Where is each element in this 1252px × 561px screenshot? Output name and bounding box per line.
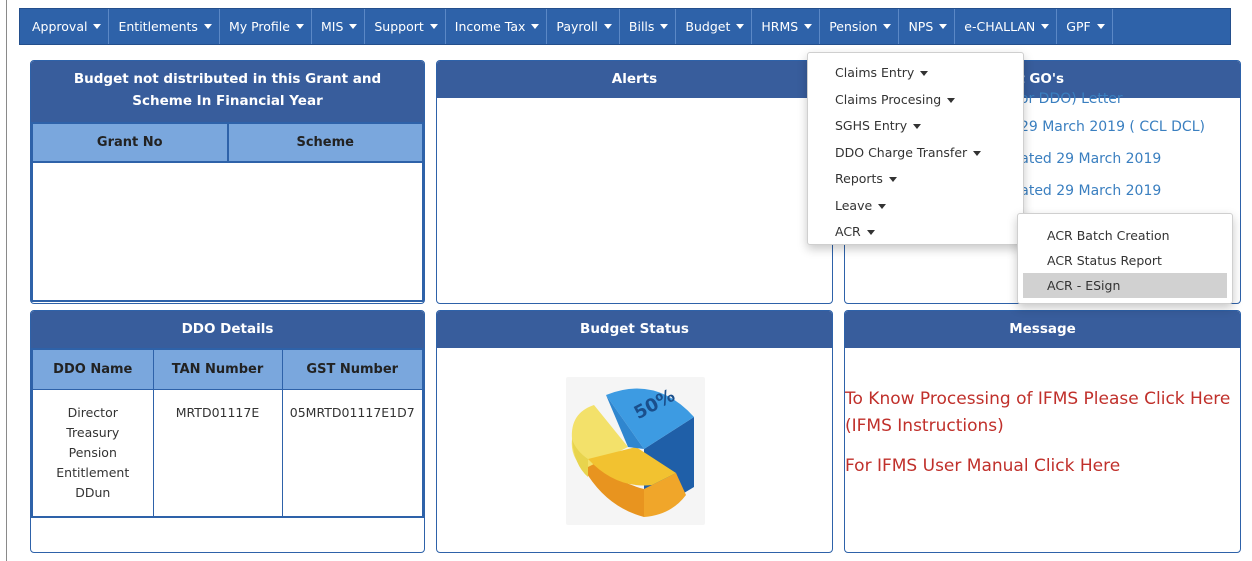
nav-mis[interactable]: MIS bbox=[312, 9, 366, 44]
caret-down-icon bbox=[866, 230, 875, 235]
nav-gpf[interactable]: GPF bbox=[1057, 9, 1113, 44]
ddo-name-cell: Director Treasury Pension Entitlement DD… bbox=[31, 388, 154, 518]
nav-bills[interactable]: Bills bbox=[620, 9, 677, 44]
nav-label: HRMS bbox=[761, 19, 799, 34]
acr-submenu: ACR Batch Creation ACR Status Report ACR… bbox=[1017, 213, 1233, 304]
menu-item-acr-status-report[interactable]: ACR Status Report bbox=[1023, 248, 1227, 273]
menu-item-acr-esign[interactable]: ACR - ESign bbox=[1023, 273, 1227, 298]
menu-item-label: Claims Entry bbox=[835, 65, 915, 80]
caret-down-icon bbox=[939, 24, 948, 29]
ddo-table: DDO Name TAN Number GST Number Director … bbox=[31, 348, 424, 518]
caret-down-icon bbox=[531, 24, 540, 29]
nav-label: Entitlements bbox=[118, 19, 198, 34]
menu-item-label: ACR bbox=[835, 224, 861, 239]
caret-down-icon bbox=[736, 24, 745, 29]
panel-title: Budget not distributed in this Grant and… bbox=[31, 61, 424, 122]
caret-down-icon bbox=[973, 150, 982, 156]
menu-item-reports[interactable]: Reports bbox=[808, 166, 1023, 193]
table-row: Director Treasury Pension Entitlement DD… bbox=[31, 388, 424, 518]
nav-label: Bills bbox=[628, 19, 655, 34]
tan-cell: MRTD01117E bbox=[152, 388, 283, 518]
nav-budget[interactable]: Budget bbox=[676, 9, 753, 44]
col-grant-no: Grant No bbox=[96, 135, 163, 150]
menu-item-label: DDO Charge Transfer bbox=[835, 144, 968, 160]
caret-down-icon bbox=[913, 124, 922, 129]
ifms-instructions-link[interactable]: To Know Processing of IFMS Please Click … bbox=[845, 386, 1240, 440]
caret-down-icon bbox=[804, 24, 813, 29]
nav-label: My Profile bbox=[228, 19, 290, 34]
nav-label: NPS bbox=[908, 19, 934, 34]
page-frame-line bbox=[6, 0, 7, 561]
caret-down-icon bbox=[603, 24, 612, 29]
caret-down-icon bbox=[93, 24, 102, 29]
menu-item-label: Claims Procesing bbox=[835, 91, 942, 107]
caret-down-icon bbox=[1041, 24, 1050, 29]
grant-table-body bbox=[31, 163, 424, 302]
menu-item-leave[interactable]: Leave bbox=[808, 193, 1023, 220]
panel-title: DDO Details bbox=[31, 311, 424, 348]
nav-pension[interactable]: Pension bbox=[820, 9, 900, 44]
nav-label: Pension bbox=[829, 19, 878, 34]
caret-down-icon bbox=[920, 71, 929, 76]
nav-entitlements[interactable]: Entitlements bbox=[109, 9, 220, 44]
menu-item-label: Reports bbox=[835, 171, 883, 186]
nav-hrms[interactable]: HRMS bbox=[752, 9, 821, 44]
message-panel: Message To Know Processing of IFMS Pleas… bbox=[844, 310, 1241, 553]
caret-down-icon bbox=[295, 24, 304, 29]
caret-down-icon bbox=[883, 24, 892, 29]
caret-down-icon bbox=[349, 24, 358, 29]
menu-item-acr[interactable]: ACR bbox=[808, 219, 1023, 246]
nav-label: Payroll bbox=[556, 19, 598, 34]
caret-down-icon bbox=[203, 24, 212, 29]
nav-label: e-CHALLAN bbox=[964, 19, 1036, 34]
caret-down-icon bbox=[660, 24, 669, 29]
message-body: To Know Processing of IFMS Please Click … bbox=[845, 386, 1240, 493]
nav-label: Budget bbox=[685, 19, 731, 34]
nav-nps[interactable]: NPS bbox=[899, 9, 956, 44]
alerts-panel: Alerts bbox=[436, 60, 833, 304]
nav-e-challan[interactable]: e-CHALLAN bbox=[955, 9, 1058, 44]
ifms-manual-link[interactable]: For IFMS User Manual Click Here bbox=[845, 453, 1240, 480]
budget-pie-image: 50% bbox=[566, 377, 705, 525]
top-navbar: Approval Entitlements My Profile MIS Sup… bbox=[19, 8, 1231, 45]
gst-cell: 05MRTD01117E1D7 bbox=[281, 388, 424, 518]
col-ddo-name: DDO Name bbox=[31, 348, 154, 390]
grant-table-header: Grant No Scheme bbox=[31, 122, 424, 163]
hrms-dropdown-menu: Claims Entry Claims Procesing SGHS Entry… bbox=[807, 52, 1024, 245]
menu-item-claims-procesing[interactable]: Claims Procesing bbox=[808, 87, 1023, 114]
caret-down-icon bbox=[878, 203, 887, 209]
menu-item-acr-batch-creation[interactable]: ACR Batch Creation bbox=[1023, 223, 1227, 248]
nav-my-profile[interactable]: My Profile bbox=[220, 9, 312, 44]
nav-approval[interactable]: Approval bbox=[20, 9, 110, 44]
nav-label: Support bbox=[374, 19, 424, 34]
col-gst-number: GST Number bbox=[281, 348, 424, 390]
table-header-row: DDO Name TAN Number GST Number bbox=[31, 348, 424, 390]
nav-income-tax[interactable]: Income Tax bbox=[446, 9, 548, 44]
caret-down-icon bbox=[429, 24, 438, 29]
caret-down-icon bbox=[947, 97, 956, 103]
menu-item-label: SGHS Entry bbox=[835, 118, 908, 133]
col-tan-number: TAN Number bbox=[152, 348, 283, 390]
ddo-details-panel: DDO Details DDO Name TAN Number GST Numb… bbox=[30, 310, 425, 553]
nav-label: MIS bbox=[320, 19, 344, 34]
nav-support[interactable]: Support bbox=[365, 9, 446, 44]
col-scheme: Scheme bbox=[226, 124, 423, 161]
budget-not-distributed-panel: Budget not distributed in this Grant and… bbox=[30, 60, 425, 304]
caret-down-icon bbox=[1096, 24, 1105, 29]
nav-payroll[interactable]: Payroll bbox=[547, 9, 620, 44]
nav-label: GPF bbox=[1066, 19, 1091, 34]
menu-item-claims-entry[interactable]: Claims Entry bbox=[808, 60, 1023, 87]
menu-item-sghs-entry[interactable]: SGHS Entry bbox=[808, 113, 1023, 140]
panel-title: Budget Status bbox=[437, 311, 832, 348]
budget-status-panel: Budget Status 50% bbox=[436, 310, 833, 553]
menu-item-ddo-charge-transfer[interactable]: DDO Charge Transfer bbox=[808, 140, 1023, 167]
ddo-name: Director Treasury Pension Entitlement DD… bbox=[56, 404, 130, 500]
pie-chart-icon: 50% bbox=[571, 385, 694, 517]
nav-label: Approval bbox=[32, 19, 88, 34]
nav-label: Income Tax bbox=[454, 19, 526, 34]
caret-down-icon bbox=[888, 177, 897, 182]
panel-title: Message bbox=[845, 311, 1240, 348]
menu-item-label: Leave bbox=[835, 197, 873, 213]
panel-title: Alerts bbox=[437, 61, 832, 98]
